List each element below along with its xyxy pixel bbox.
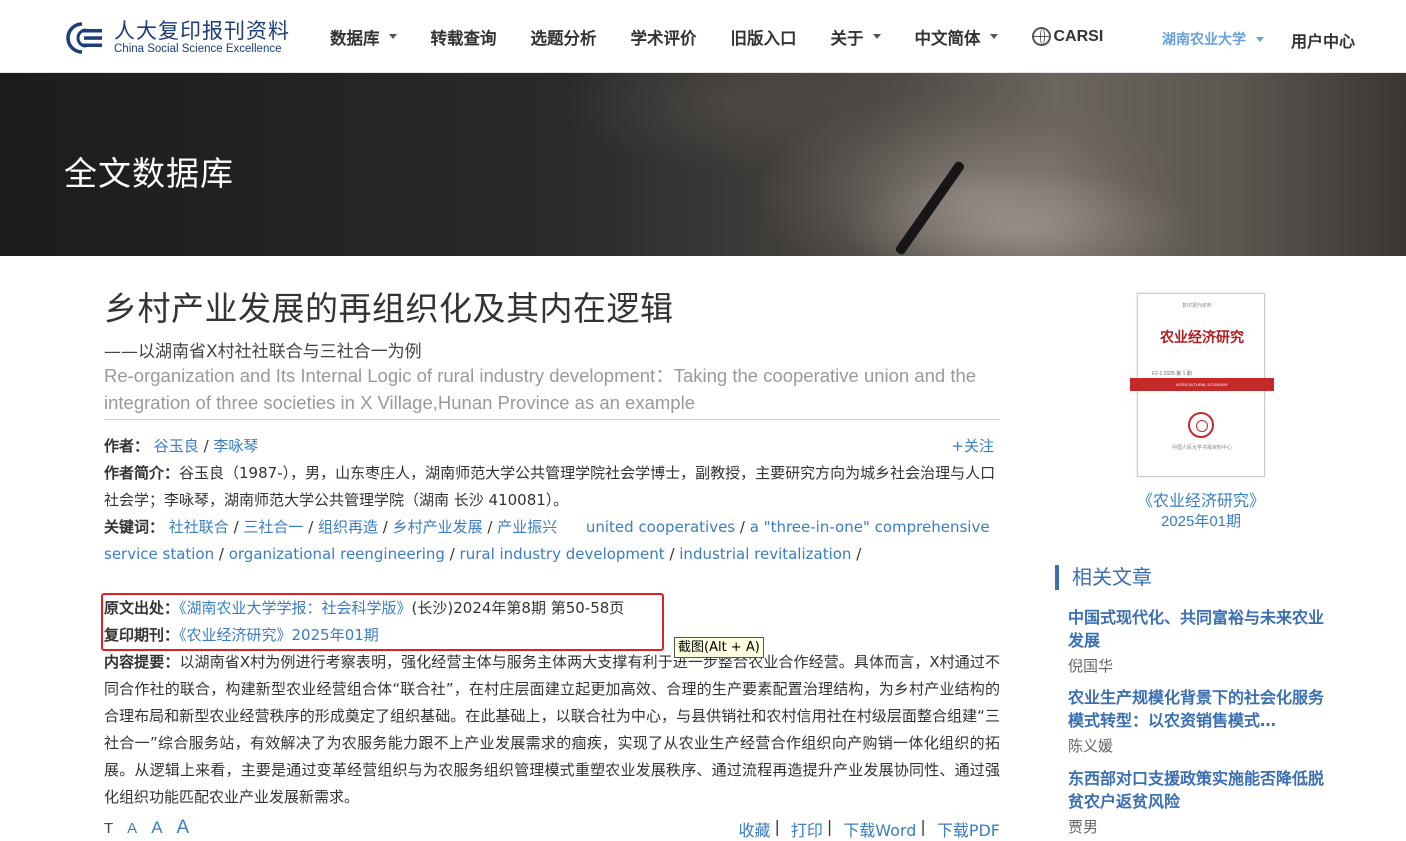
banner-title: 全文数据库	[64, 154, 234, 193]
related-article: 东西部对口支援政策实施能否降低脱贫农户返贫风险 贾男	[1068, 767, 1338, 837]
chevron-down-icon	[1256, 36, 1264, 42]
keywords-row: 关键词： 社社联合 / 三社合一 / 组织再造 / 乡村产业发展 / 产业振兴 …	[104, 518, 990, 563]
font-size-medium[interactable]: A	[151, 818, 162, 837]
author-link[interactable]: 李咏琴	[213, 437, 258, 455]
article-title-en: Re-organization and Its Internal Logic o…	[104, 365, 977, 413]
screenshot-tooltip: 截图(Alt + A)	[674, 637, 764, 658]
related-article-author: 陈义媛	[1068, 738, 1114, 755]
article-subtitle: ——以湖南省X村社社联合与三社合一为例	[104, 342, 422, 362]
journal-name-link[interactable]: 《农业经济研究》	[1137, 487, 1265, 511]
font-size-controls: TAAA	[104, 817, 203, 839]
keyword-link[interactable]: 产业振兴	[497, 518, 557, 536]
related-article-author: 倪国华	[1068, 658, 1114, 675]
related-articles-heading: 相关文章	[1055, 565, 1152, 590]
favorite-button[interactable]: 收藏	[738, 817, 770, 841]
font-size-large[interactable]: A	[177, 817, 190, 838]
divider	[104, 419, 1000, 420]
authors-row: 作者： 谷玉良 / 李咏琴 +关注	[104, 433, 1000, 460]
hero-banner: 全文数据库	[0, 73, 1406, 256]
nav-database[interactable]: 数据库	[330, 25, 397, 49]
university-dropdown[interactable]: 湖南农业大学	[1162, 29, 1264, 49]
journal-cover[interactable]: 复印报刊资料 农业经济研究 F2-1 2025 第 1 期 AGRICULTUR…	[1130, 293, 1274, 477]
keyword-en-link[interactable]: organizational reengineering	[229, 545, 445, 563]
font-size-small[interactable]: A	[127, 820, 137, 837]
related-article-title[interactable]: 东西部对口支援政策实施能否降低脱贫农户返贫风险	[1068, 767, 1338, 813]
globe-icon	[1031, 27, 1051, 46]
chevron-down-icon	[989, 34, 998, 39]
article-title: 乡村产业发展的再组织化及其内在逻辑	[104, 289, 674, 328]
nav-academic-evaluation[interactable]: 学术评价	[631, 25, 697, 49]
nav-reprint-search[interactable]: 转载查询	[431, 25, 497, 49]
logo-icon	[62, 20, 104, 56]
nav-old-version[interactable]: 旧版入口	[731, 25, 797, 49]
cover-journal-name: 农业经济研究	[1160, 330, 1244, 346]
top-header: 人大复印报刊资料 China Social Science Excellence…	[0, 0, 1406, 73]
related-article: 农业生产规模化背景下的社会化服务模式转型：以农资销售模式… 陈义媛	[1068, 686, 1338, 756]
print-button[interactable]: 打印	[791, 817, 823, 841]
article-toolbar: TAAA 收藏 | 打印 | 下载Word | 下载PDF	[104, 817, 1000, 841]
related-article: 中国式现代化、共同富裕与未来农业发展 倪国华	[1068, 606, 1338, 676]
abstract: 内容提要：以湖南省X村为例进行考察表明，强化经营主体与服务主体两大支撑有利于进一…	[104, 653, 1000, 806]
site-logo[interactable]: 人大复印报刊资料 China Social Science Excellence	[62, 18, 290, 58]
main-nav: 数据库 转载查询 选题分析 学术评价 旧版入口 关于 中文简体 CARSI	[330, 0, 1103, 73]
related-article-title[interactable]: 农业生产规模化背景下的社会化服务模式转型：以农资销售模式…	[1068, 686, 1338, 732]
cover-seal-icon	[1188, 412, 1214, 438]
download-pdf-button[interactable]: 下载PDF	[937, 817, 1000, 841]
logo-cn-text: 人大复印报刊资料	[114, 19, 290, 43]
related-article-title[interactable]: 中国式现代化、共同富裕与未来农业发展	[1068, 606, 1338, 652]
author-intro: 作者简介：谷玉良（1987-），男，山东枣庄人，湖南师范大学公共管理学院社会学博…	[104, 464, 996, 509]
keyword-link[interactable]: 三社合一	[243, 518, 303, 536]
chevron-down-icon	[388, 34, 397, 39]
nav-language[interactable]: 中文简体	[915, 25, 998, 49]
nav-about[interactable]: 关于	[831, 25, 881, 49]
follow-button[interactable]: +关注	[951, 433, 994, 460]
carsi-login[interactable]: CARSI	[1031, 27, 1103, 46]
keyword-link[interactable]: 社社联合	[169, 518, 229, 536]
article-actions: 收藏 | 打印 | 下载Word | 下载PDF	[738, 817, 1000, 841]
keyword-en-link[interactable]: industrial revitalization	[679, 545, 851, 563]
author-link[interactable]: 谷玉良	[154, 437, 199, 455]
keyword-link[interactable]: 乡村产业发展	[393, 518, 483, 536]
user-center-link[interactable]: 用户中心	[1291, 28, 1355, 52]
keyword-en-link[interactable]: united cooperatives	[586, 518, 735, 536]
nav-topic-analysis[interactable]: 选题分析	[531, 25, 597, 49]
highlight-box	[101, 593, 664, 651]
chevron-down-icon	[872, 34, 881, 39]
logo-en-text: China Social Science Excellence	[114, 43, 282, 55]
related-article-author: 贾男	[1068, 819, 1099, 836]
download-word-button[interactable]: 下载Word	[843, 817, 916, 841]
keyword-en-link[interactable]: rural industry development	[460, 545, 665, 563]
journal-issue: 2025年01期	[1160, 513, 1242, 530]
font-size-default[interactable]: T	[104, 820, 113, 837]
keyword-link[interactable]: 组织再造	[318, 518, 378, 536]
